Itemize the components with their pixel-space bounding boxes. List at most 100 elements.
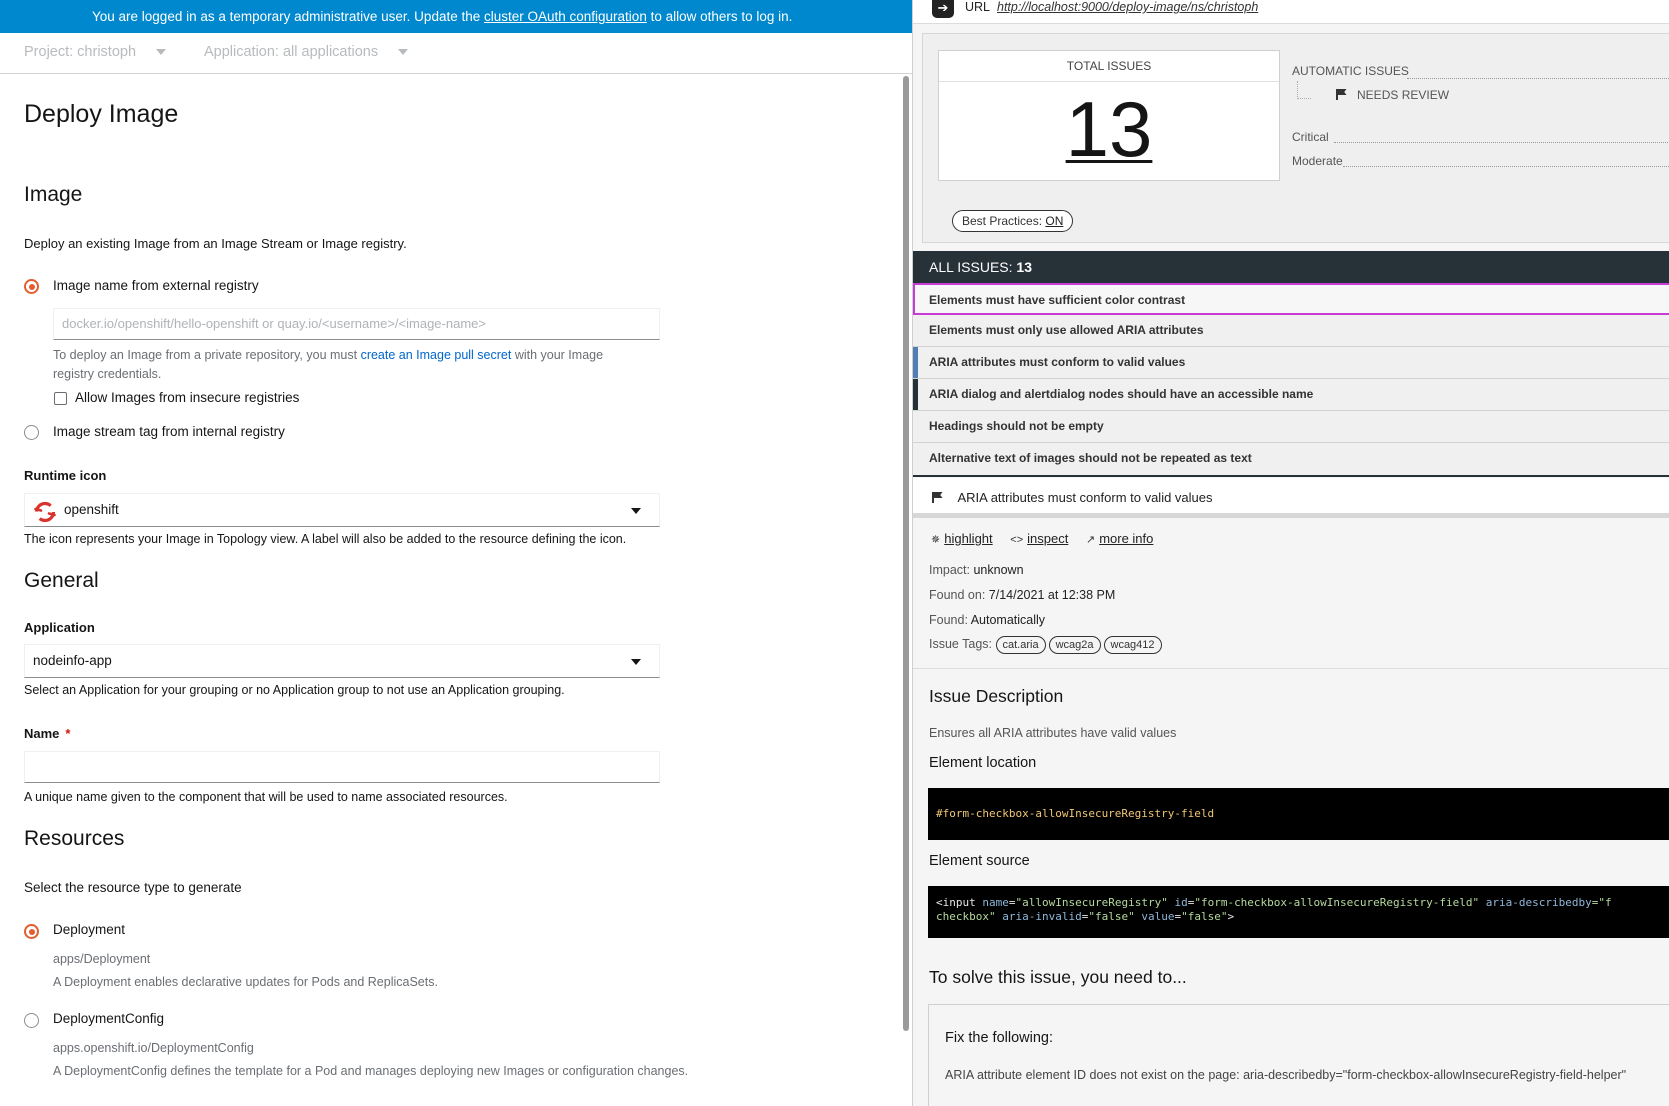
total-issues-count[interactable]: 13 [939,89,1279,169]
name-label: Name * [24,726,70,741]
issue-tag: cat.aria [995,636,1046,654]
divider [913,668,1669,669]
deployment-config-radio[interactable] [24,1013,39,1028]
page-scrollbar[interactable] [903,76,909,1031]
code-token: id [1174,896,1188,909]
project-selector-label: Project: christoph [24,44,137,60]
issue-detail-title: ARIA attributes must conform to valid va… [957,490,1213,505]
all-issues-label: ALL ISSUES: [929,259,1017,275]
code-token: checkbox" [936,910,996,923]
code-token: aria-invalid [1002,910,1082,923]
code-token: "false" [1088,910,1135,923]
code-token: "allowInsecureRegistry" [1015,896,1168,909]
deployment-config-type: apps.openshift.io/DeploymentConfig [53,1041,254,1055]
oauth-config-link[interactable]: cluster OAuth configuration [484,9,647,24]
more-info-link[interactable]: more info [1099,531,1153,546]
runtime-icon-select[interactable]: openshift [24,493,660,527]
insecure-registries-label: Allow Images from insecure registries [75,390,300,405]
best-practices-label: Best Practices: [962,214,1046,228]
code-token: value [1141,910,1175,923]
leader-dots [1407,78,1669,79]
name-input[interactable] [24,751,660,783]
external-registry-label: Image name from external registry [53,278,259,293]
issue-title: Alternative text of images should not be… [929,451,1252,465]
application-select[interactable]: nodeinfo-app [24,644,660,678]
inspect-link[interactable]: inspect [1027,531,1068,546]
deployment-type: apps/Deployment [53,952,151,966]
page-title: Deploy Image [24,100,179,128]
url-link[interactable]: http://localhost:9000/deploy-image/ns/ch… [997,0,1258,14]
runtime-icon-value: openshift [64,502,119,517]
found-row: Found: Automatically [929,613,1045,627]
issue-row[interactable]: ARIA dialog and alertdialog nodes should… [913,379,1669,411]
caret-down-icon [156,49,167,56]
leader-dots [1334,142,1669,143]
deployment-description: A Deployment enables declarative updates… [53,975,438,989]
found-on-value: 7/14/2021 at 12:38 PM [988,588,1116,602]
total-issues-card: TOTAL ISSUES 13 [938,50,1280,181]
issue-title: ARIA dialog and alertdialog nodes should… [929,387,1314,401]
code-token: "false" [1181,910,1228,923]
console-pane: You are logged in as a temporary adminis… [0,0,912,1106]
application-value: nodeinfo-app [33,653,112,668]
deployment-config-label: DeploymentConfig [53,1011,165,1026]
element-source-code: <input name="allowInsecureRegistry" id="… [928,886,1669,938]
issue-row[interactable]: Elements must have sufficient color cont… [913,283,1669,315]
resources-description: Select the resource type to generate [24,880,242,895]
application-selector[interactable]: Application: all applications [204,44,409,60]
internal-registry-label: Image stream tag from internal registry [53,424,285,439]
found-on-row: Found on: 7/14/2021 at 12:38 PM [929,588,1115,602]
resources-section-heading: Resources [24,827,125,850]
accessibility-panel: ➔ URL http://localhost:9000/deploy-image… [912,0,1669,1106]
element-source-heading: Element source [929,853,1030,869]
dropdown-caret-icon [631,508,641,514]
impact-key: Impact: [929,563,970,577]
flag-icon [1336,89,1347,100]
tree-line [1297,81,1298,99]
dropdown-caret-icon [631,659,641,665]
flag-icon [932,492,943,503]
issue-tags-row: Issue Tags: cat.aria wcag2a wcag412 [929,636,1165,654]
fix-text: ARIA attribute element ID does not exist… [945,1068,1627,1082]
insecure-registries-checkbox[interactable] [54,392,67,405]
pull-secret-help-text-end: with your Image [511,348,604,362]
project-selector[interactable]: Project: christoph [24,44,167,60]
issue-title: Headings should not be empty [929,419,1104,433]
general-section-heading: General [24,569,99,592]
image-name-input[interactable]: docker.io/openshift/hello-openshift or q… [53,308,660,340]
code-token: <input [936,896,976,909]
issue-title: Elements must have sufficient color cont… [929,293,1186,307]
issue-title: Elements must only use allowed ARIA attr… [929,323,1204,337]
issue-severity-bar [913,379,918,410]
issues-summary: TOTAL ISSUES 13 AUTOMATIC ISSUES NEEDS R… [922,33,1669,243]
issue-row[interactable]: ARIA attributes must conform to valid va… [913,347,1669,379]
code-token: > [1227,910,1235,923]
all-issues-count: 13 [1016,259,1032,275]
create-pull-secret-link[interactable]: create an Image pull secret [361,348,512,362]
issue-row[interactable]: Elements must only use allowed ARIA attr… [913,315,1669,347]
issue-tag: wcag2a [1048,636,1101,654]
application-label: Application [24,620,95,635]
required-marker: * [65,726,71,741]
found-value: Automatically [970,613,1046,627]
code-token: aria-describedby [1485,896,1592,909]
best-practices-toggle[interactable]: Best Practices: ON [952,210,1074,232]
best-practices-value: ON [1045,214,1064,228]
openshift-logo-icon [34,501,56,523]
pull-secret-help-line2: registry credentials. [53,367,162,381]
deployment-radio[interactable] [24,924,39,939]
fix-box: Fix the following: ARIA attribute elemen… [928,1004,1669,1106]
internal-registry-radio[interactable] [24,425,39,440]
highlight-link[interactable]: highlight [944,531,992,546]
pull-secret-help-text: To deploy an Image from a private reposi… [53,348,361,362]
issue-row[interactable]: Alternative text of images should not be… [913,443,1669,477]
back-arrow-icon[interactable]: ➔ [932,0,954,18]
external-registry-radio[interactable] [24,279,39,294]
issue-row[interactable]: Headings should not be empty [913,411,1669,443]
fix-heading: Fix the following: [945,1030,1053,1046]
code-token: name [982,896,1009,909]
caret-down-icon [398,49,409,56]
image-section-heading: Image [24,183,83,206]
highlight-icon: ✵ [931,534,941,546]
issue-severity-bar [913,347,918,378]
